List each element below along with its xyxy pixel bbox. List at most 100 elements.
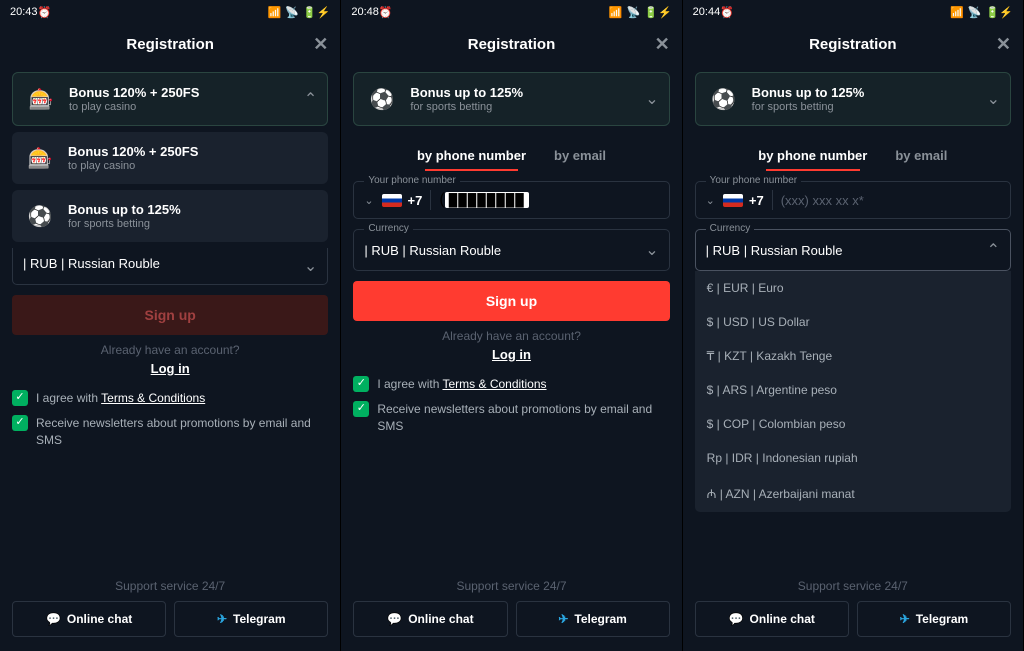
- currency-select-partial[interactable]: | RUB | Russian Rouble ⌄: [12, 248, 328, 285]
- bonus-title: Bonus 120% + 250FS: [68, 144, 318, 159]
- currency-field[interactable]: Currency | RUB | Russian Rouble ⌃: [695, 229, 1011, 271]
- chat-icon: 💬: [729, 612, 744, 626]
- phone-value: (████████: [439, 191, 528, 209]
- signal-icon: 📶: [268, 6, 282, 19]
- login-link[interactable]: Log in: [12, 361, 328, 376]
- terms-link[interactable]: Terms & Conditions: [442, 377, 546, 391]
- page-title: Registration: [809, 36, 897, 53]
- newsletter-checkbox[interactable]: ✓: [12, 415, 28, 431]
- chat-icon: 💬: [387, 612, 402, 626]
- agree-checkbox[interactable]: ✓: [353, 376, 369, 392]
- country-code[interactable]: +7: [723, 193, 764, 208]
- close-icon[interactable]: ✕: [313, 34, 328, 55]
- tab-email[interactable]: by email: [891, 142, 951, 169]
- close-icon[interactable]: ✕: [655, 34, 670, 55]
- online-chat-button[interactable]: 💬 Online chat: [12, 601, 166, 637]
- agree-checkbox[interactable]: ✓: [12, 390, 28, 406]
- field-label: Your phone number: [706, 175, 801, 186]
- close-icon[interactable]: ✕: [996, 34, 1011, 55]
- phone-field: Your phone number ⌄ +7: [695, 181, 1011, 219]
- currency-option[interactable]: $ | ARS | Argentine peso: [695, 373, 1011, 407]
- signup-button[interactable]: Sign up: [353, 281, 669, 321]
- already-text: Already have an account?: [353, 329, 669, 343]
- footer: Support service 24/7 💬 Online chat ✈ Tel…: [683, 569, 1023, 651]
- field-label: Currency: [364, 223, 413, 234]
- telegram-icon: ✈: [217, 612, 227, 626]
- currency-dropdown: € | EUR | Euro $ | USD | US Dollar ₸ | K…: [695, 271, 1011, 512]
- casino-chips-icon: 🎰: [23, 81, 59, 117]
- flag-russia-icon: [723, 194, 743, 207]
- wifi-icon: 📡: [285, 6, 299, 19]
- terms-link[interactable]: Terms & Conditions: [101, 391, 205, 405]
- alarm-icon: ⏰: [720, 6, 734, 19]
- support-text: Support service 24/7: [12, 579, 328, 593]
- phone-field: Your phone number ⌄ +7 (████████: [353, 181, 669, 219]
- tab-phone[interactable]: by phone number: [754, 142, 871, 169]
- telegram-icon: ✈: [558, 612, 568, 626]
- wifi-icon: 📡: [627, 6, 641, 19]
- footer: Support service 24/7 💬 Online chat ✈ Tel…: [341, 569, 681, 651]
- telegram-button[interactable]: ✈ Telegram: [174, 601, 328, 637]
- bonus-sports-selected[interactable]: ⚽ Bonus up to 125% for sports betting ⌄: [353, 72, 669, 126]
- auth-tabs: by phone number by email: [353, 142, 669, 169]
- signup-button[interactable]: Sign up: [12, 295, 328, 335]
- battery-icon: 🔋⚡: [644, 6, 671, 19]
- chevron-down-icon: ⌄: [304, 256, 317, 276]
- modal-header: Registration ✕: [683, 24, 1023, 64]
- bonus-sports-selected[interactable]: ⚽ Bonus up to 125% for sports betting ⌄: [695, 72, 1011, 126]
- currency-option[interactable]: $ | COP | Colombian peso: [695, 407, 1011, 441]
- already-text: Already have an account?: [12, 343, 328, 357]
- telegram-button[interactable]: ✈ Telegram: [857, 601, 1011, 637]
- currency-option[interactable]: € | EUR | Euro: [695, 271, 1011, 305]
- screen-3: 20:44 ⏰ 📶 📡 🔋⚡ Registration ✕ ⚽ Bonus up…: [683, 0, 1024, 651]
- chevron-up-icon: ⌃: [987, 240, 1000, 260]
- bonus-sub: for sports betting: [68, 218, 318, 230]
- bonus-sub: for sports betting: [752, 101, 987, 113]
- newsletter-checkbox[interactable]: ✓: [353, 401, 369, 417]
- currency-value: | RUB | Russian Rouble: [364, 243, 501, 258]
- telegram-icon: ✈: [900, 612, 910, 626]
- agree-row: ✓ I agree with Terms & Conditions: [12, 390, 328, 407]
- status-bar: 20:43 ⏰ 📶 📡 🔋⚡: [0, 0, 340, 24]
- screen-1: 20:43 ⏰ 📶 📡 🔋⚡ Registration ✕ 🎰 Bonus 12…: [0, 0, 341, 651]
- chevron-down-icon[interactable]: ⌄: [364, 194, 373, 207]
- battery-icon: 🔋⚡: [303, 6, 330, 19]
- newsletter-text: Receive newsletters about promotions by …: [377, 401, 669, 435]
- online-chat-button[interactable]: 💬 Online chat: [695, 601, 849, 637]
- bonus-casino-selected[interactable]: 🎰 Bonus 120% + 250FS to play casino ⌃: [12, 72, 328, 126]
- currency-option[interactable]: ₸ | KZT | Kazakh Tenge: [695, 339, 1011, 373]
- modal-header: Registration ✕: [341, 24, 681, 64]
- field-label: Currency: [706, 223, 755, 234]
- status-time: 20:43: [10, 6, 38, 18]
- currency-value: | RUB | Russian Rouble: [23, 256, 160, 276]
- chevron-down-icon: ⌄: [645, 240, 658, 260]
- newsletter-text: Receive newsletters about promotions by …: [36, 415, 328, 449]
- currency-option[interactable]: Rp | IDR | Indonesian rupiah: [695, 441, 1011, 475]
- wifi-icon: 📡: [968, 6, 982, 19]
- newsletter-row: ✓ Receive newsletters about promotions b…: [12, 415, 328, 449]
- telegram-button[interactable]: ✈ Telegram: [516, 601, 670, 637]
- alarm-icon: ⏰: [38, 6, 52, 19]
- bonus-title: Bonus up to 125%: [752, 85, 987, 100]
- tab-phone[interactable]: by phone number: [413, 142, 530, 169]
- screen-2: 20:48 ⏰ 📶 📡 🔋⚡ Registration ✕ ⚽ Bonus up…: [341, 0, 682, 651]
- field-label: Your phone number: [364, 175, 459, 186]
- status-time: 20:48: [351, 6, 379, 18]
- newsletter-row: ✓ Receive newsletters about promotions b…: [353, 401, 669, 435]
- country-code[interactable]: +7: [382, 193, 423, 208]
- online-chat-button[interactable]: 💬 Online chat: [353, 601, 507, 637]
- phone-input[interactable]: [781, 193, 1000, 208]
- login-link[interactable]: Log in: [353, 347, 669, 362]
- tab-email[interactable]: by email: [550, 142, 610, 169]
- currency-field[interactable]: Currency | RUB | Russian Rouble ⌄: [353, 229, 669, 271]
- chevron-down-icon[interactable]: ⌄: [706, 194, 715, 207]
- bonus-sports-option[interactable]: ⚽ Bonus up to 125% for sports betting: [12, 190, 328, 242]
- bonus-casino-option[interactable]: 🎰 Bonus 120% + 250FS to play casino: [12, 132, 328, 184]
- currency-option[interactable]: ₼ | AZN | Azerbaijani manat: [695, 475, 1011, 512]
- bonus-title: Bonus 120% + 250FS: [69, 85, 304, 100]
- chat-icon: 💬: [46, 612, 61, 626]
- agree-row: ✓ I agree with Terms & Conditions: [353, 376, 669, 393]
- currency-option[interactable]: $ | USD | US Dollar: [695, 305, 1011, 339]
- alarm-icon: ⏰: [379, 6, 393, 19]
- bonus-title: Bonus up to 125%: [68, 202, 318, 217]
